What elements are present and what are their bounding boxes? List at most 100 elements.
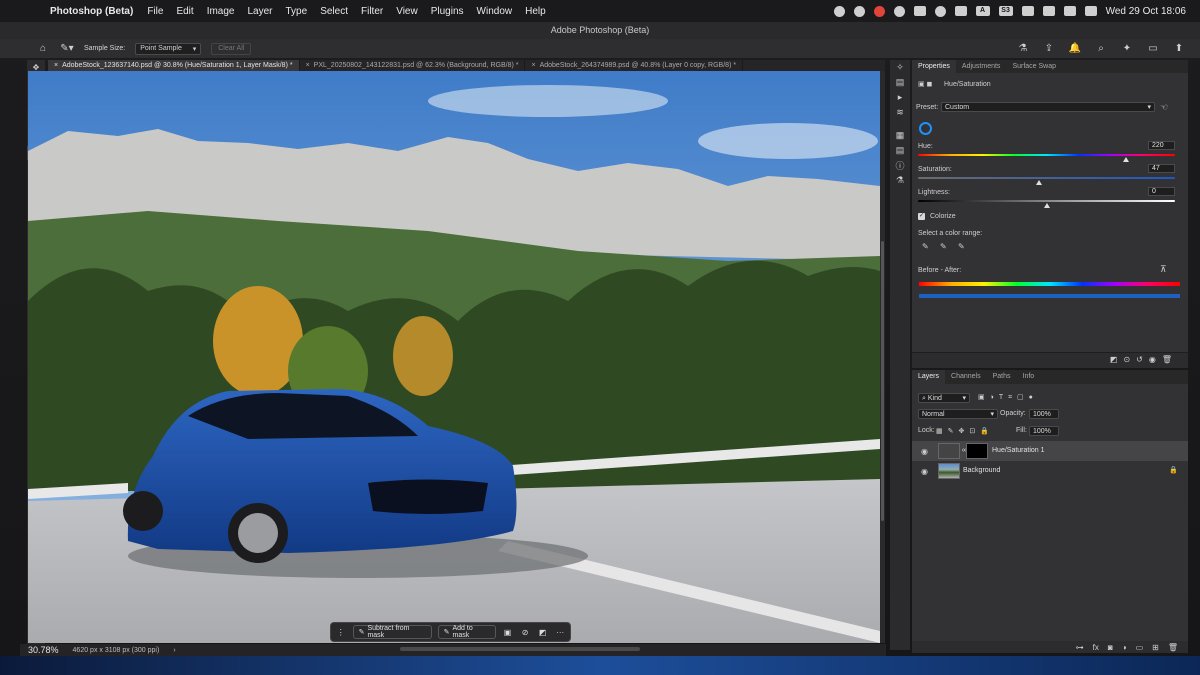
status-menu-arrow[interactable]: › — [173, 647, 175, 654]
add-mask-icon[interactable]: ◙ — [1108, 643, 1113, 652]
history-icon[interactable]: ▤ — [890, 75, 910, 90]
tab-info[interactable]: Info — [1017, 370, 1041, 384]
opacity-field[interactable]: 100% — [1029, 409, 1059, 419]
input-source-badge[interactable]: A — [975, 6, 990, 16]
battery-icon[interactable] — [1021, 6, 1034, 16]
tab-layers[interactable]: Layers — [912, 370, 946, 384]
adjustment-icon[interactable]: ◑ — [1122, 643, 1127, 652]
eyedropper-tool-preset-icon[interactable]: ✎▾ — [60, 43, 74, 55]
hue-value-field[interactable]: 220 — [1148, 141, 1175, 150]
tray-badge[interactable]: S3 — [998, 6, 1013, 16]
tab-paths[interactable]: Paths — [987, 370, 1017, 384]
share-icon[interactable]: ⇪ — [1042, 42, 1056, 54]
tray-icon[interactable] — [893, 5, 905, 17]
layer-row-background[interactable]: ◉ Background 🔒 — [912, 461, 1188, 481]
recording-icon[interactable] — [873, 5, 885, 17]
eye-icon[interactable]: ◉ — [921, 467, 928, 476]
tray-icon[interactable] — [954, 6, 967, 16]
tray-icon[interactable] — [934, 5, 946, 17]
hue-slider-thumb[interactable] — [1123, 157, 1130, 162]
actions-icon[interactable]: ▸ — [890, 90, 910, 105]
wifi-icon[interactable] — [1042, 6, 1055, 16]
mask-options-icon[interactable]: ▣ — [502, 626, 514, 638]
search-icon[interactable]: ⌕ — [1094, 42, 1108, 54]
cloud-icon[interactable] — [913, 6, 926, 16]
menu-bar-clock[interactable]: Wed 29 Oct 18:06 — [1106, 6, 1186, 17]
bell-icon[interactable]: 🔔 — [1068, 42, 1082, 54]
lightness-value-field[interactable]: 0 — [1148, 187, 1175, 196]
generate-icon[interactable]: ✧ — [890, 60, 910, 75]
lab-icon[interactable]: ⚗ — [890, 173, 910, 188]
menu-file[interactable]: File — [147, 6, 163, 17]
flask-icon[interactable]: ⚗ — [1016, 42, 1030, 54]
saturation-slider-track[interactable] — [918, 177, 1175, 179]
tab-surface-swap[interactable]: Surface Swap — [1006, 60, 1062, 73]
eye-icon[interactable]: ◉ — [921, 447, 928, 456]
lightbulb-icon[interactable]: ✦ — [1120, 42, 1134, 54]
menu-type[interactable]: Type — [286, 6, 308, 17]
info-icon[interactable]: ⓘ — [890, 158, 910, 173]
colorize-checkbox[interactable]: ✓ — [918, 213, 925, 220]
invert-mask-icon[interactable]: ⊘ — [519, 626, 531, 638]
canvas-horizontal-scrollbar[interactable] — [400, 647, 640, 651]
close-icon[interactable]: × — [306, 60, 310, 71]
tray-icon[interactable] — [833, 5, 845, 17]
layer-filter-icons[interactable]: ▣◑T⌗▢● — [978, 393, 1038, 402]
search-icon[interactable] — [1063, 6, 1076, 16]
layer-mask-thumbnail[interactable] — [966, 443, 988, 459]
layer-filter-select[interactable]: ⌕ Kind ▾ — [918, 393, 970, 403]
libraries-icon[interactable]: ▦ — [890, 128, 910, 143]
menu-filter[interactable]: Filter — [361, 6, 383, 17]
hue-slider-track[interactable] — [918, 154, 1175, 156]
sample-size-select[interactable]: Point Sample ▾ — [135, 42, 202, 55]
tab-adjustments[interactable]: Adjustments — [956, 60, 1007, 73]
document-tab[interactable]: × AdobeStock_123637140.psd @ 30.8% (Hue/… — [48, 60, 300, 71]
eyedropper-plus-icon[interactable]: ✎ — [940, 242, 950, 252]
close-icon[interactable]: × — [531, 60, 535, 71]
canvas-vertical-scrollbar[interactable] — [880, 71, 885, 643]
targeted-adjustment-hand-icon[interactable]: ☜ — [1160, 102, 1168, 113]
brushes-icon[interactable]: ≋ — [890, 105, 910, 120]
tray-icon[interactable] — [853, 5, 865, 17]
clear-all-button[interactable]: Clear All — [211, 42, 252, 55]
saturation-slider-thumb[interactable] — [1035, 180, 1042, 185]
comments-icon[interactable]: ▤ — [890, 143, 910, 158]
document-tab[interactable]: × PXL_20250802_143122831.psd @ 62.3% (Ba… — [300, 60, 526, 71]
link-layers-icon[interactable]: ⊶ — [1076, 643, 1084, 652]
blend-mode-select[interactable]: Normal ▾ — [918, 409, 998, 419]
menu-layer[interactable]: Layer — [247, 6, 272, 17]
drag-handle-icon[interactable]: ⋮ — [335, 626, 347, 638]
hand-icon[interactable]: ⊼ — [1160, 264, 1167, 275]
menu-edit[interactable]: Edit — [176, 6, 193, 17]
saturation-value-field[interactable]: 47 — [1148, 164, 1175, 173]
layer-row-hue-saturation[interactable]: ◉ ∞ Hue/Saturation 1 — [912, 441, 1188, 461]
app-menu[interactable]: Photoshop (Beta) — [50, 6, 133, 17]
menu-plugins[interactable]: Plugins — [431, 6, 464, 17]
document-tab[interactable]: × AdobeStock_264374989.psd @ 40.8% (Laye… — [525, 60, 744, 71]
tab-channels[interactable]: Channels — [945, 370, 987, 384]
mask-fill-icon[interactable]: ◩ — [537, 626, 549, 638]
menu-window[interactable]: Window — [477, 6, 513, 17]
eyedropper-icon[interactable]: ✎ — [922, 242, 932, 252]
canvas-image[interactable] — [28, 71, 880, 643]
menu-image[interactable]: Image — [207, 6, 235, 17]
fill-field[interactable]: 100% — [1029, 426, 1059, 436]
subtract-from-mask-button[interactable]: ✎ Subtract from mask — [352, 625, 432, 639]
tab-properties[interactable]: Properties — [912, 60, 956, 73]
share-button[interactable]: ⬆ — [1172, 42, 1186, 54]
lightness-slider-thumb[interactable] — [1043, 203, 1050, 208]
zoom-level[interactable]: 30.78% — [28, 645, 59, 655]
document-canvas[interactable] — [28, 71, 880, 643]
eyedropper-minus-icon[interactable]: ✎ — [958, 242, 968, 252]
home-icon[interactable]: ⌂ — [36, 43, 50, 55]
lock-icons[interactable]: ▦✎✥⊡🔒 — [936, 427, 994, 435]
workspace-icon[interactable]: ▭ — [1146, 42, 1160, 54]
group-icon[interactable]: ▭ — [1136, 643, 1144, 652]
menu-help[interactable]: Help — [525, 6, 546, 17]
more-options-icon[interactable]: ··· — [554, 626, 566, 638]
preset-select[interactable]: Custom ▾ — [941, 102, 1155, 112]
add-to-mask-button[interactable]: ✎ Add to mask — [437, 625, 496, 639]
new-layer-icon[interactable]: ⊞ — [1152, 643, 1159, 652]
scroll-thumb[interactable] — [881, 241, 884, 521]
fx-icon[interactable]: fx — [1093, 643, 1099, 652]
